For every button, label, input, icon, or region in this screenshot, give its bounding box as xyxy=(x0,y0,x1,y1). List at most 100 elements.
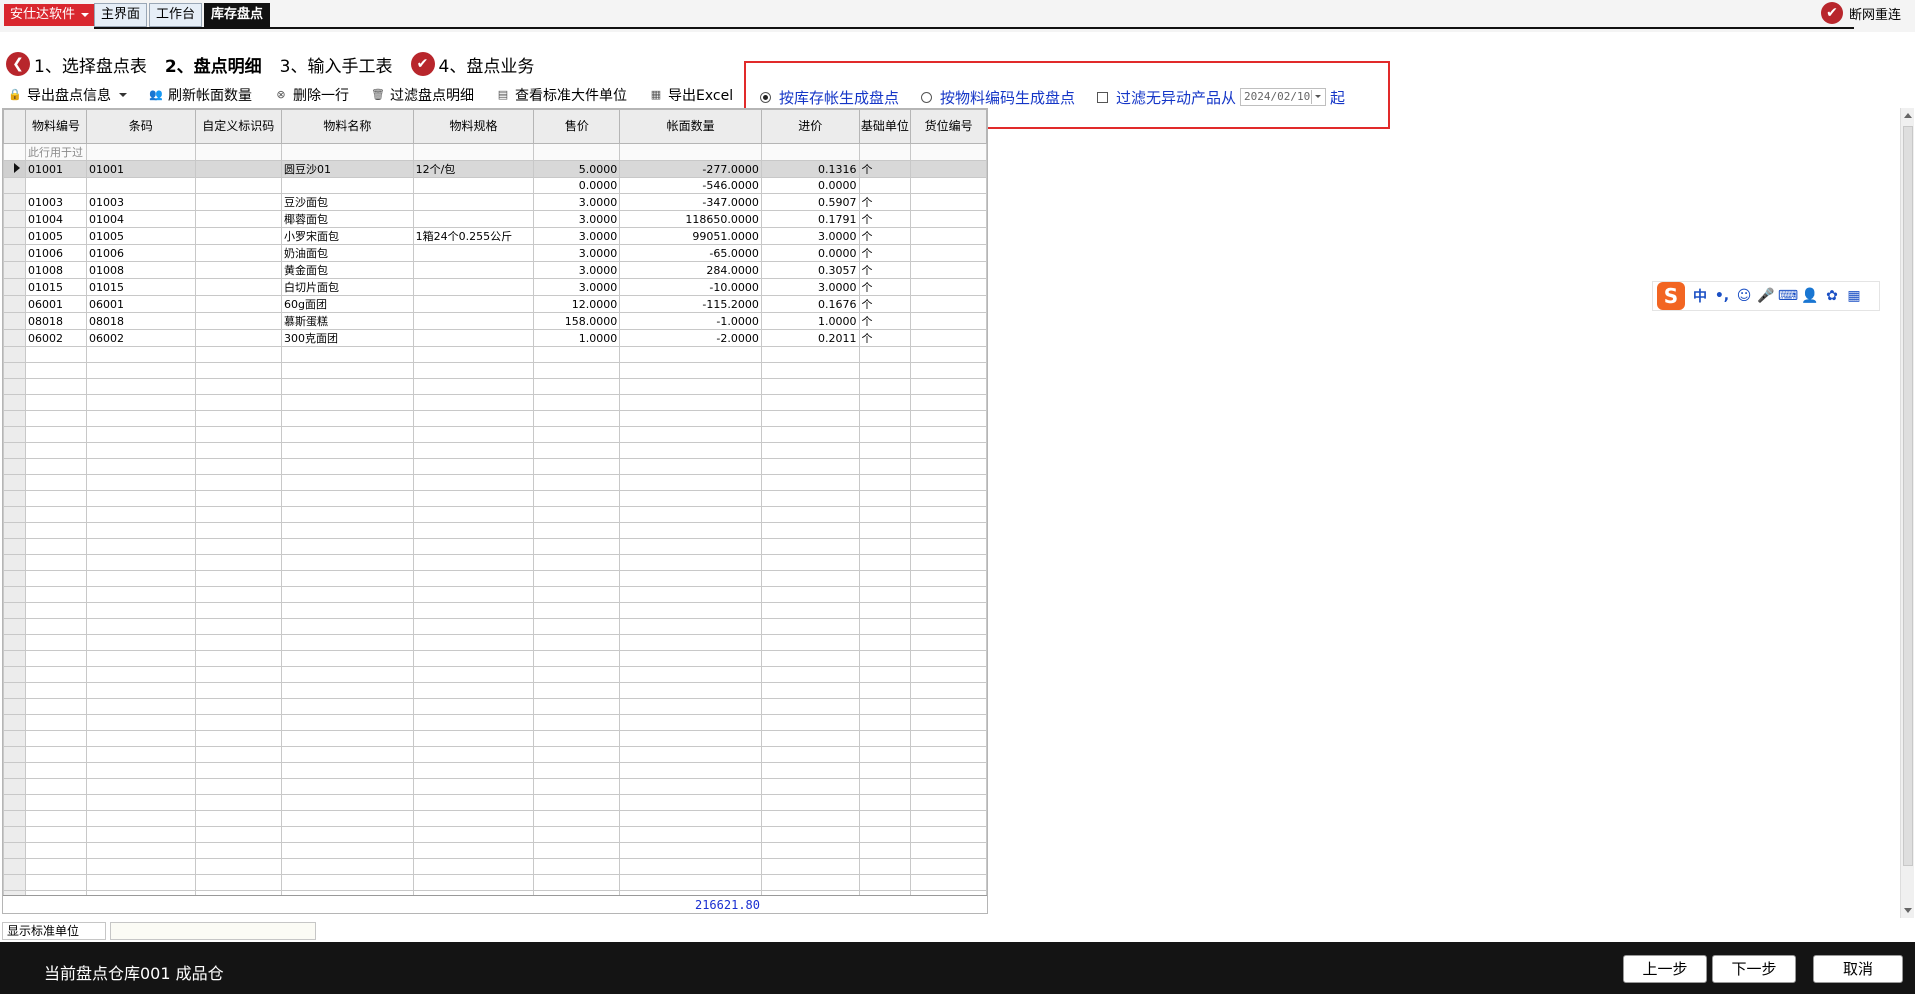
cell-book-qty[interactable]: -1.0000 xyxy=(619,312,762,330)
cell-barcode[interactable]: 01003 xyxy=(85,193,196,211)
cell-cost[interactable]: 0.3057 xyxy=(760,261,860,279)
cell-unit[interactable]: 个 xyxy=(858,295,912,313)
step-count-business[interactable]: ✔ 4、盘点业务 xyxy=(410,52,534,77)
cell-location[interactable] xyxy=(910,193,987,211)
cell-price[interactable]: 158.0000 xyxy=(533,312,621,330)
cell-location[interactable] xyxy=(910,210,987,228)
cell-unit[interactable]: 个 xyxy=(858,329,912,347)
cell-price[interactable]: 1.0000 xyxy=(533,329,621,347)
unit-input[interactable] xyxy=(110,922,316,940)
option-filter-static[interactable]: 过滤无异动产品从 2024/02/10 起 xyxy=(1097,87,1345,108)
cell-spec[interactable] xyxy=(412,312,535,330)
cell-barcode[interactable]: 08018 xyxy=(85,312,196,330)
keyboard-icon[interactable]: ⌨ xyxy=(1777,288,1799,304)
cell-price[interactable]: 3.0000 xyxy=(533,227,621,245)
cell-cost[interactable]: 1.0000 xyxy=(760,312,860,330)
cell-cost[interactable]: 0.1791 xyxy=(760,210,860,228)
cell-item-code[interactable]: 06002 xyxy=(24,329,87,347)
cell-cost[interactable]: 0.5907 xyxy=(760,193,860,211)
filter-cell[interactable]: 此行用于过 xyxy=(24,143,87,161)
cell-location[interactable] xyxy=(910,160,987,178)
cell-cost[interactable]: 3.0000 xyxy=(760,278,860,296)
cell-location[interactable] xyxy=(910,312,987,330)
microphone-icon[interactable]: 🎤 xyxy=(1755,288,1777,304)
filter-cell[interactable] xyxy=(85,143,196,161)
cell-price[interactable]: 3.0000 xyxy=(533,210,621,228)
table-row[interactable]: 01004 01004 椰蓉面包 3.0000 118650.0000 0.1791 个 xyxy=(3,210,987,228)
cell-cost[interactable]: 3.0000 xyxy=(760,227,860,245)
cell-location[interactable] xyxy=(910,227,987,245)
col-item-name[interactable]: 物料名称 xyxy=(281,109,414,144)
cell-unit[interactable]: 个 xyxy=(858,244,912,262)
cell-spec[interactable] xyxy=(412,329,535,347)
option-by-stock[interactable]: 按库存帐生成盘点 xyxy=(760,87,899,108)
cell-item-name[interactable] xyxy=(281,177,414,194)
filter-cell[interactable] xyxy=(910,143,987,161)
cell-barcode[interactable]: 01006 xyxy=(85,244,196,262)
filter-cell[interactable] xyxy=(858,143,912,161)
cell-location[interactable] xyxy=(910,329,987,347)
cell-item-code[interactable]: 01001 xyxy=(24,160,87,178)
table-row[interactable]: 01005 01005 小罗宋面包 1箱24个0.255公斤 3.0000 99051.0… xyxy=(3,227,987,245)
cell-item-name[interactable]: 奶油面包 xyxy=(281,244,414,262)
cell-book-qty[interactable]: -546.0000 xyxy=(619,177,762,194)
cell-item-name[interactable]: 小罗宋面包 xyxy=(281,227,414,245)
next-step-button[interactable]: 下一步 xyxy=(1712,955,1796,983)
cell-unit[interactable]: 个 xyxy=(858,312,912,330)
skin-icon[interactable]: ✿ xyxy=(1821,288,1843,304)
col-book-qty[interactable]: 帐面数量 xyxy=(619,109,762,144)
cell-book-qty[interactable]: 118650.0000 xyxy=(619,210,762,228)
cell-barcode[interactable] xyxy=(85,177,196,194)
cell-unit[interactable]: 个 xyxy=(858,261,912,279)
step-manual-entry[interactable]: 3、输入手工表 xyxy=(280,52,393,77)
table-row[interactable]: 01006 01006 奶油面包 3.0000 -65.0000 0.0000 个 xyxy=(3,244,987,262)
cell-book-qty[interactable]: -10.0000 xyxy=(619,278,762,296)
cell-unit[interactable]: 个 xyxy=(858,278,912,296)
filter-detail-button[interactable]: 🗑 过滤盘点明细 xyxy=(371,85,474,105)
cell-price[interactable]: 3.0000 xyxy=(533,261,621,279)
export-excel-button[interactable]: ▦ 导出Excel xyxy=(649,85,733,105)
table-row[interactable]: 0.0000 -546.0000 0.0000 xyxy=(3,177,987,194)
step-select-table[interactable]: ❮ 1、选择盘点表 xyxy=(6,52,147,77)
cell-cost[interactable]: 0.0000 xyxy=(760,177,860,194)
prev-step-button[interactable]: 上一步 xyxy=(1623,955,1707,983)
cell-book-qty[interactable]: 284.0000 xyxy=(619,261,762,279)
filter-cell[interactable] xyxy=(533,143,621,161)
filter-cell[interactable] xyxy=(194,143,283,161)
tab-main[interactable]: 主界面 xyxy=(94,3,148,27)
filter-checkbox[interactable] xyxy=(1097,91,1109,103)
scroll-up-icon[interactable] xyxy=(1904,113,1912,118)
cell-spec[interactable]: 12个/包 xyxy=(412,160,535,178)
cell-barcode[interactable]: 01005 xyxy=(85,227,196,245)
emoji-icon[interactable]: ☺ xyxy=(1733,288,1755,304)
filter-cell[interactable] xyxy=(619,143,762,161)
cell-cost[interactable]: 0.0000 xyxy=(760,244,860,262)
cell-item-name[interactable]: 椰蓉面包 xyxy=(281,210,414,228)
col-spec[interactable]: 物料规格 xyxy=(412,109,535,144)
cell-price[interactable]: 3.0000 xyxy=(533,244,621,262)
ime-punct[interactable]: •, xyxy=(1711,288,1733,304)
cell-unit[interactable]: 个 xyxy=(858,193,912,211)
col-price[interactable]: 售价 xyxy=(533,109,621,144)
table-row[interactable]: 01001 01001 圆豆沙01 12个/包 5.0000 -277.0000 0.131… xyxy=(3,160,987,178)
cell-unit[interactable]: 个 xyxy=(858,210,912,228)
col-item-code[interactable]: 物料编号 xyxy=(24,109,87,144)
col-custom-id[interactable]: 自定义标识码 xyxy=(194,109,283,144)
cell-barcode[interactable]: 01015 xyxy=(85,278,196,296)
cell-price[interactable]: 12.0000 xyxy=(533,295,621,313)
cell-location[interactable] xyxy=(910,244,987,262)
cell-item-code[interactable]: 01015 xyxy=(24,278,87,296)
cell-spec[interactable] xyxy=(412,261,535,279)
cell-custom-id[interactable] xyxy=(194,210,283,228)
option-by-code[interactable]: 按物料编码生成盘点 xyxy=(921,87,1075,108)
cell-book-qty[interactable]: -347.0000 xyxy=(619,193,762,211)
table-row[interactable]: 06001 06001 60g面团 12.0000 -115.2000 0.1676 个 xyxy=(3,295,987,313)
cell-unit[interactable] xyxy=(858,177,912,194)
cancel-button[interactable]: 取消 xyxy=(1813,955,1903,983)
cell-custom-id[interactable] xyxy=(194,278,283,296)
cell-book-qty[interactable]: -65.0000 xyxy=(619,244,762,262)
cell-price[interactable]: 3.0000 xyxy=(533,193,621,211)
cell-spec[interactable] xyxy=(412,210,535,228)
cell-item-code[interactable]: 01003 xyxy=(24,193,87,211)
radio-unselected[interactable] xyxy=(921,91,933,103)
